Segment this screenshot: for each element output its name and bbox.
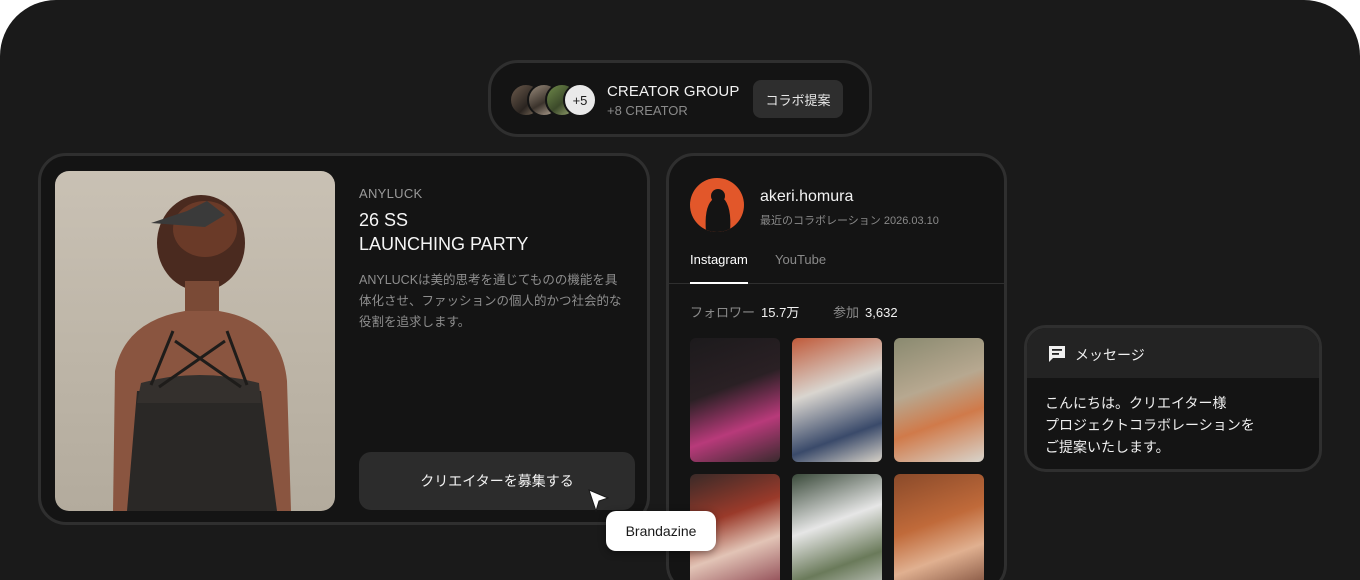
post-thumbnail[interactable] — [792, 338, 882, 462]
event-card: ANYLUCK 26 SS LAUNCHING PARTY ANYLUCKは美的… — [38, 153, 650, 525]
message-icon — [1049, 346, 1065, 362]
participation-stat: 参加 3,632 — [833, 302, 898, 321]
event-title-line: LAUNCHING PARTY — [359, 234, 529, 254]
message-line: プロジェクトコラボレーションを — [1045, 417, 1255, 433]
model-illustration — [113, 195, 291, 511]
message-card: メッセージ こんにちは。クリエイター様 プロジェクトコラボレーションを ご提案い… — [1024, 325, 1322, 472]
message-title: メッセージ — [1075, 347, 1145, 363]
platform-tabs: Instagram YouTube — [669, 252, 1004, 284]
message-line: ご提案いたします。 — [1045, 439, 1170, 455]
creator-avatar-stack: +5 — [509, 83, 599, 117]
participation-value: 3,632 — [865, 305, 898, 320]
collab-proposal-button[interactable]: コラボ提案 — [753, 80, 843, 118]
creator-profile-card: akeri.homura 最近のコラボレーション 2026.03.10 Inst… — [666, 153, 1007, 580]
post-thumbnail[interactable] — [792, 474, 882, 580]
post-thumbnail[interactable] — [894, 338, 984, 462]
event-description: ANYLUCKは美的思考を通じてものの機能を具体化させ、ファッションの個人的かつ… — [359, 273, 622, 329]
event-title: 26 SS LAUNCHING PARTY — [359, 208, 619, 256]
creator-group-card[interactable]: +5 CREATOR GROUP +8 CREATOR コラボ提案 — [488, 60, 872, 137]
followers-label: フォロワー — [690, 305, 756, 320]
app-canvas: +5 CREATOR GROUP +8 CREATOR コラボ提案 ANYLUC… — [0, 0, 1360, 580]
cursor-pointer-icon — [588, 489, 610, 513]
more-creators-count: +5 — [563, 83, 597, 117]
last-collab-date: 最近のコラボレーション 2026.03.10 — [760, 215, 939, 227]
participation-label: 参加 — [833, 305, 860, 320]
profile-silhouette-icon — [705, 189, 731, 232]
cursor-label-tooltip: Brandazine — [606, 511, 716, 551]
post-thumbnail[interactable] — [894, 474, 984, 580]
message-body: こんにちは。クリエイター様 プロジェクトコラボレーションを ご提案いたします。 — [1045, 392, 1305, 458]
creator-group-title: CREATOR GROUP — [607, 83, 740, 100]
creator-group-subtitle: +8 CREATOR — [607, 103, 688, 118]
profile-avatar[interactable] — [690, 178, 744, 232]
tab-youtube[interactable]: YouTube — [775, 252, 826, 284]
followers-stat: フォロワー 15.7万 — [690, 302, 799, 321]
message-line: こんにちは。クリエイター様 — [1045, 395, 1227, 411]
event-title-line: 26 SS — [359, 210, 409, 230]
tab-instagram[interactable]: Instagram — [690, 252, 748, 284]
post-thumbnail[interactable] — [690, 338, 780, 462]
followers-value: 15.7万 — [761, 305, 800, 320]
message-header: メッセージ — [1027, 328, 1319, 378]
brand-name: ANYLUCK — [359, 186, 423, 201]
event-photo — [55, 171, 335, 511]
profile-handle[interactable]: akeri.homura — [760, 188, 853, 206]
